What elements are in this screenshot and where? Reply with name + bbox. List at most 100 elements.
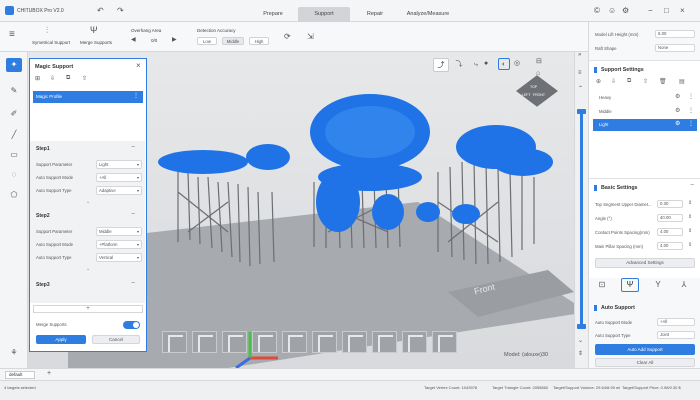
merge-supports-icon[interactable]: Ψ xyxy=(90,25,98,35)
support-style-thumb[interactable] xyxy=(222,331,247,353)
redo-icon[interactable]: ↷ xyxy=(117,6,124,16)
overhang-prev-icon[interactable]: ◀ xyxy=(131,36,136,43)
export-profile-icon[interactable]: ⇧ xyxy=(82,75,87,82)
param-contact-spacing-stepper-icon[interactable]: ⇕ xyxy=(688,228,692,234)
clear-all-button[interactable]: Clear All xyxy=(595,358,695,367)
copyright-icon[interactable]: © xyxy=(594,6,600,16)
help-tool-icon[interactable]: ⚘ xyxy=(6,346,22,360)
support-style-thumb[interactable] xyxy=(432,331,457,353)
lasso-tool-icon[interactable]: ◌ xyxy=(6,168,22,182)
param-top-diameter-stepper-icon[interactable]: ⇕ xyxy=(688,200,692,206)
rectangle-tool-icon[interactable]: ▭ xyxy=(6,148,22,162)
param-angle-stepper-icon[interactable]: ⇕ xyxy=(688,214,692,220)
user-icon[interactable]: ☺ xyxy=(608,6,616,16)
layer-slider-track[interactable] xyxy=(580,112,583,327)
tab-analyze-measure[interactable]: Analyze/Measure xyxy=(398,7,458,22)
support-style-thumb[interactable] xyxy=(162,331,187,353)
new-profile-icon[interactable]: ⊞ xyxy=(35,75,40,82)
detection-low-button[interactable]: Low xyxy=(197,37,217,45)
model-lift-height-input[interactable]: 5.00 xyxy=(655,30,695,38)
merge-supports-button[interactable]: Merge Supports xyxy=(80,40,112,45)
delete-settings-icon[interactable]: 🗑 xyxy=(659,78,667,85)
basic-settings-collapse-icon[interactable]: − xyxy=(690,182,694,189)
layer-down-icon[interactable]: ⌄ xyxy=(578,337,583,344)
param-top-diameter-input[interactable]: 0.30 xyxy=(657,200,683,208)
pen-tool-icon[interactable]: ✐ xyxy=(6,107,22,121)
view-tool-3-icon[interactable]: ⤷ xyxy=(468,58,484,72)
minimize-icon[interactable]: − xyxy=(648,6,653,16)
param-angle-input[interactable]: 40.00 xyxy=(657,214,683,222)
support-style-thumb[interactable] xyxy=(192,331,217,353)
support-style-thumb[interactable] xyxy=(282,331,307,353)
palette-icon[interactable]: ▤ xyxy=(679,78,685,85)
step2-collapse-icon[interactable]: − xyxy=(131,211,135,218)
magic-support-tool-icon[interactable]: ✦ xyxy=(6,58,22,72)
panel-close-icon[interactable]: × xyxy=(136,61,141,70)
render-mode-shell-icon[interactable]: ◐ xyxy=(498,58,510,70)
export-icon[interactable]: ⇲ xyxy=(307,32,314,42)
step1-collapse-icon[interactable]: − xyxy=(131,144,135,151)
layer-slider-handle-top[interactable] xyxy=(577,109,586,114)
cancel-button[interactable]: Cancel xyxy=(92,335,140,344)
detection-middle-button[interactable]: Middle xyxy=(222,37,244,45)
step2-auto-support-mode-select[interactable]: +Platform xyxy=(96,240,142,249)
support-style-thumb[interactable] xyxy=(342,331,367,353)
overhang-next-icon[interactable]: ▶ xyxy=(172,36,177,43)
profile-light-row[interactable] xyxy=(593,119,697,131)
import-profile-icon[interactable]: ⇩ xyxy=(50,75,55,82)
settings-icon[interactable]: ⚙ xyxy=(622,6,629,16)
detection-high-button[interactable]: High xyxy=(249,37,269,45)
layer-up-icon[interactable]: ⌃ xyxy=(578,85,583,92)
layer-top-icon[interactable]: ≡ xyxy=(578,70,582,76)
step2-support-parameter-select[interactable]: Middle xyxy=(96,227,142,236)
support-type-3-icon[interactable]: Y xyxy=(649,278,667,292)
profile-middle[interactable]: Middle xyxy=(599,109,612,114)
copy-settings-icon[interactable]: ⧉ xyxy=(627,78,631,85)
step1-expand-icon[interactable]: ⌄ xyxy=(86,199,90,205)
undo-icon[interactable]: ↶ xyxy=(97,6,104,16)
expand-panel-icon[interactable]: » xyxy=(578,52,581,58)
apply-button[interactable]: Apply xyxy=(36,335,86,344)
tab-prepare[interactable]: Prepare xyxy=(248,7,298,22)
view-tool-1-icon[interactable]: ⤴ xyxy=(433,58,449,72)
camera-icon[interactable]: ◎ xyxy=(514,59,520,67)
step2-auto-support-type-select[interactable]: Vertical xyxy=(96,253,142,262)
plate-tab-default[interactable]: default xyxy=(5,371,35,379)
support-type-tree-icon[interactable]: Ψ xyxy=(621,278,639,292)
profile-middle-more-icon[interactable]: ⋮ xyxy=(688,107,694,114)
profile-middle-settings-icon[interactable]: ⚙ xyxy=(675,107,680,114)
advanced-settings-button[interactable]: Advanced Settings xyxy=(595,258,695,268)
profile-more-icon[interactable]: ⋮ xyxy=(133,92,139,99)
maximize-icon[interactable]: □ xyxy=(664,6,669,16)
tab-repair[interactable]: Repair xyxy=(352,7,398,22)
auto-support-type-select[interactable]: Joint xyxy=(657,331,695,339)
tab-support[interactable]: Support xyxy=(298,7,350,22)
import-settings-icon[interactable]: ⇩ xyxy=(611,78,616,85)
auto-add-support-button[interactable]: Auto Add Support xyxy=(595,344,695,355)
profile-heavy-more-icon[interactable]: ⋮ xyxy=(688,93,694,100)
menu-icon[interactable]: ≡ xyxy=(9,30,15,40)
profile-heavy-settings-icon[interactable]: ⚙ xyxy=(675,93,680,100)
support-type-1-icon[interactable]: ⊡ xyxy=(593,278,611,292)
param-contact-spacing-input[interactable]: 4.00 xyxy=(657,228,683,236)
close-icon[interactable]: × xyxy=(680,6,685,16)
support-type-4-icon[interactable]: ⅄ xyxy=(675,278,693,292)
step1-support-parameter-select[interactable]: Light xyxy=(96,160,142,169)
add-plate-button[interactable]: + xyxy=(47,370,51,377)
step1-auto-support-type-select[interactable]: Adaptive xyxy=(96,186,142,195)
lock-icon[interactable]: ⊟ xyxy=(536,57,542,65)
raft-shape-select[interactable]: None xyxy=(655,44,695,52)
step1-auto-support-mode-select[interactable]: +All xyxy=(96,173,142,182)
auto-support-mode-select[interactable]: +All xyxy=(657,318,695,326)
symmetrical-support-icon[interactable]: ⫶ xyxy=(46,25,48,36)
profile-light-settings-icon[interactable]: ⚙ xyxy=(675,120,680,127)
support-style-thumb[interactable] xyxy=(402,331,427,353)
export-settings-icon[interactable]: ⇧ xyxy=(643,78,648,85)
symmetrical-support-button[interactable]: Symetrical Support xyxy=(32,40,70,45)
profile-light-more-icon[interactable]: ⋮ xyxy=(688,120,694,127)
line-tool-icon[interactable]: ╱ xyxy=(6,128,22,142)
layer-slider-handle-bottom[interactable] xyxy=(577,324,586,329)
edit-tool-icon[interactable]: ✎ xyxy=(6,84,22,98)
layer-bottom-icon[interactable]: ⇕ xyxy=(578,350,583,357)
step3-collapse-icon[interactable]: − xyxy=(131,280,135,287)
